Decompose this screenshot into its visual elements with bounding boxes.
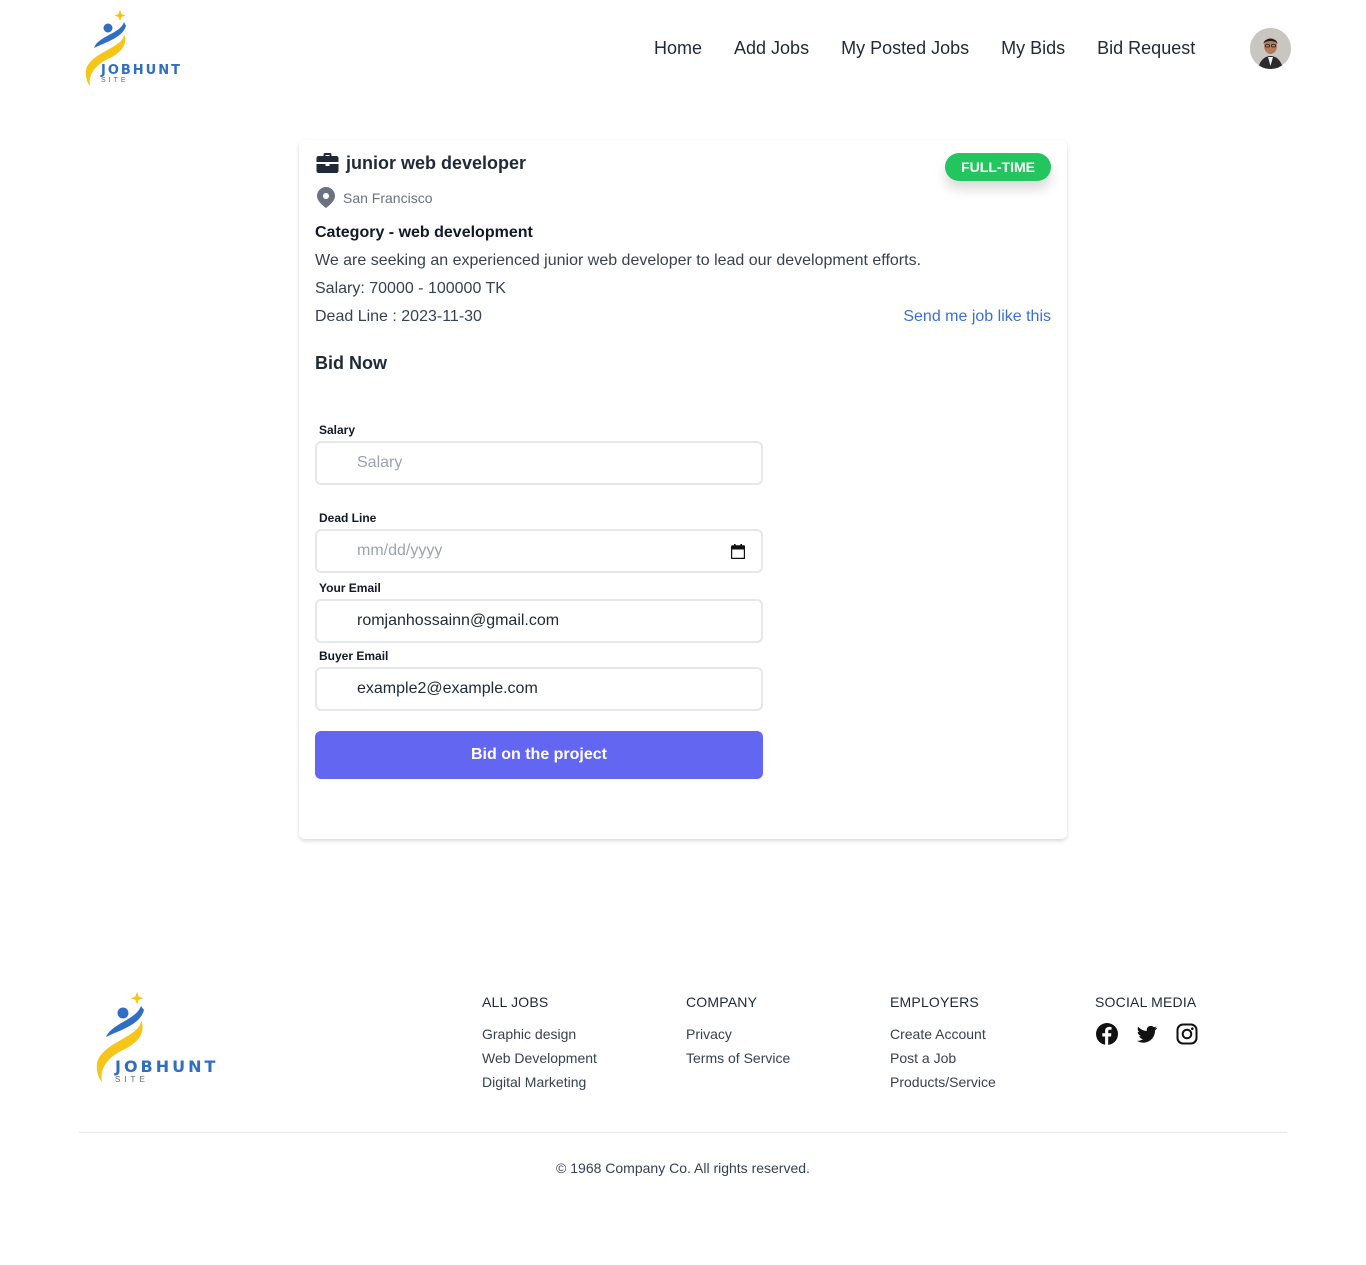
footer-col-social: SOCIAL MEDIA	[1095, 994, 1199, 1057]
salary-label: Salary	[319, 423, 356, 437]
job-detail-card: junior web developer San Francisco FULL-…	[299, 140, 1067, 839]
footer-heading-company: COMPANY	[686, 994, 758, 1010]
briefcase-icon	[316, 153, 339, 173]
footer-link-web-development[interactable]: Web Development	[482, 1050, 597, 1066]
footer-link-graphic-design[interactable]: Graphic design	[482, 1026, 597, 1042]
footer-link-digital-marketing[interactable]: Digital Marketing	[482, 1074, 597, 1090]
footer-col-all-jobs: ALL JOBS Graphic design Web Development …	[482, 994, 597, 1098]
bid-submit-button[interactable]: Bid on the project	[315, 731, 763, 779]
footer-heading-employers: EMPLOYERS	[890, 994, 979, 1010]
footer-heading-social: SOCIAL MEDIA	[1095, 994, 1197, 1010]
footer-link-post-job[interactable]: Post a Job	[890, 1050, 996, 1066]
nav-bid-request[interactable]: Bid Request	[1097, 38, 1195, 59]
location-text: San Francisco	[343, 189, 433, 206]
footer-divider	[79, 1132, 1287, 1133]
buyer-email-input[interactable]	[317, 669, 761, 709]
location-pin-icon	[317, 187, 335, 208]
footer-link-privacy[interactable]: Privacy	[686, 1026, 790, 1042]
job-deadline: Dead Line : 2023-11-30	[315, 308, 482, 325]
footer-link-create-account[interactable]: Create Account	[890, 1026, 996, 1042]
site-header: JOBHUNT SITE Home Add Jobs My Posted Job…	[0, 0, 1366, 100]
salary-field-wrapper	[315, 441, 763, 485]
footer-logo-subtext: SITE	[115, 1075, 149, 1084]
your-email-field-wrapper	[315, 599, 763, 643]
nav-my-posted-jobs[interactable]: My Posted Jobs	[841, 38, 969, 59]
social-icons	[1095, 1022, 1199, 1057]
instagram-icon[interactable]	[1175, 1022, 1199, 1049]
nav-my-bids[interactable]: My Bids	[1001, 38, 1065, 59]
footer-logo-text: JOBHUNT	[115, 1057, 219, 1076]
buyer-email-label: Buyer Email	[319, 649, 389, 663]
job-location: San Francisco	[317, 187, 432, 208]
footer-link-terms[interactable]: Terms of Service	[686, 1050, 790, 1066]
footer-link-products-service[interactable]: Products/Service	[890, 1074, 996, 1090]
footer-col-company: COMPANY Privacy Terms of Service	[686, 994, 790, 1074]
nav-add-jobs[interactable]: Add Jobs	[734, 38, 809, 59]
your-email-input[interactable]	[317, 601, 761, 641]
salary-input[interactable]	[317, 443, 761, 483]
bid-now-heading: Bid Now	[315, 353, 387, 373]
calendar-icon[interactable]	[731, 544, 745, 559]
your-email-label: Your Email	[319, 581, 381, 595]
nav-home[interactable]: Home	[654, 38, 702, 59]
twitter-icon[interactable]	[1135, 1022, 1159, 1049]
job-title: junior web developer	[346, 152, 527, 173]
job-salary: Salary: 70000 - 100000 TK	[315, 280, 506, 297]
copyright-text: © 1968 Company Co. All rights reserved.	[556, 1160, 810, 1176]
job-category: Category - web development	[315, 224, 533, 241]
deadline-label: Dead Line	[319, 511, 377, 525]
job-title-row: junior web developer	[315, 152, 526, 174]
facebook-icon[interactable]	[1095, 1022, 1119, 1049]
footer-col-employers: EMPLOYERS Create Account Post a Job Prod…	[890, 994, 996, 1098]
deadline-input[interactable]	[317, 531, 761, 571]
user-avatar[interactable]	[1250, 28, 1291, 69]
deadline-field-wrapper	[315, 529, 763, 573]
job-description: We are seeking an experienced junior web…	[315, 252, 922, 269]
send-similar-jobs-link[interactable]: Send me job like this	[903, 308, 1051, 326]
logo-text: JOBHUNT	[101, 63, 182, 78]
job-type-badge: FULL-TIME	[945, 153, 1051, 181]
buyer-email-field-wrapper	[315, 667, 763, 711]
main-nav: Home Add Jobs My Posted Jobs My Bids Bid…	[654, 38, 1227, 59]
logo-subtext: SITE	[101, 77, 129, 84]
footer-heading-all-jobs: ALL JOBS	[482, 994, 549, 1010]
